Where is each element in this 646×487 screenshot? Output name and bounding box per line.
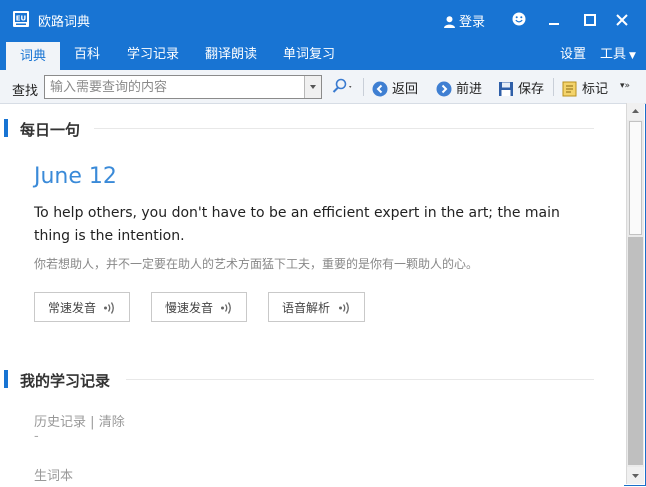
tab-encyclopedia[interactable]: 百科: [64, 40, 110, 70]
daily-section-title: 每日一句: [20, 121, 81, 139]
magnifier-icon: [332, 78, 352, 93]
forward-button[interactable]: 前进: [436, 78, 483, 97]
user-icon: [444, 16, 455, 28]
history-link[interactable]: 历史记录: [34, 415, 86, 430]
learning-section-title: 我的学习记录: [20, 372, 111, 390]
search-box: [44, 75, 322, 99]
history-separator: |: [90, 415, 95, 430]
section-marker: [4, 119, 8, 137]
tab-word-review[interactable]: 单词复习: [276, 40, 342, 70]
title-bar: EU 欧路词典 登录: [0, 0, 646, 40]
daily-english-sentence: To help others, you don't have to be an …: [34, 205, 560, 244]
scroll-thumb[interactable]: [629, 121, 642, 235]
login-label: 登录: [459, 15, 486, 30]
toolbar-separator: [553, 78, 554, 96]
history-row: 历史记录 | 清除: [34, 411, 125, 430]
back-icon: [372, 81, 388, 97]
slow-speed-button[interactable]: 慢速发音: [151, 292, 247, 322]
speaker-icon: [104, 302, 114, 314]
overflow-icon[interactable]: ▾»: [620, 81, 630, 99]
svg-text:EU: EU: [16, 15, 27, 23]
tab-study-records[interactable]: 学习记录: [120, 40, 186, 70]
tools-menu[interactable]: 工具 ▼: [600, 40, 636, 70]
toolbar: 查找 返回 前进 保存 标记 ▾»: [0, 70, 646, 104]
maximize-icon[interactable]: [580, 10, 600, 30]
normal-speed-label: 常速发音: [48, 301, 97, 315]
search-history-dropdown[interactable]: [304, 76, 321, 98]
tab-dictionary[interactable]: 词典: [6, 42, 60, 71]
tab-bar: 词典 百科 学习记录 翻译朗读 单词复习 设置 工具 ▼: [0, 40, 646, 71]
find-label: 查找: [12, 84, 39, 99]
tools-label: 工具: [600, 47, 627, 62]
save-button[interactable]: 保存: [498, 78, 545, 97]
search-input[interactable]: [45, 76, 306, 98]
section-divider: [94, 128, 594, 129]
daily-chinese-sentence: 你若想助人，并不一定要在助人的艺术方面猛下工夫，重要的是你有一颗助人的心。: [34, 257, 479, 271]
back-label: 返回: [392, 82, 419, 97]
save-label: 保存: [518, 82, 545, 97]
voice-analysis-button[interactable]: 语音解析: [268, 292, 365, 322]
slow-speed-label: 慢速发音: [165, 301, 214, 315]
mark-icon: [562, 81, 577, 97]
back-button[interactable]: 返回: [372, 78, 419, 97]
scroll-track[interactable]: [628, 237, 643, 465]
minimize-icon[interactable]: [544, 10, 564, 30]
settings-menu[interactable]: 设置: [560, 40, 586, 70]
toolbar-separator: [363, 78, 364, 96]
clear-history-link[interactable]: 清除: [99, 415, 125, 430]
voice-analysis-label: 语音解析: [282, 301, 331, 315]
chevron-down-icon: [632, 474, 639, 478]
chevron-down-icon: ▼: [629, 51, 636, 61]
forward-label: 前进: [456, 82, 483, 97]
login-button[interactable]: 登录: [444, 11, 485, 30]
vertical-scrollbar[interactable]: [626, 103, 644, 484]
smile-icon[interactable]: [512, 12, 526, 26]
section-divider: [126, 379, 594, 380]
vocab-book-link[interactable]: 生词本: [34, 465, 73, 484]
save-icon: [499, 82, 513, 96]
daily-date: June 12: [34, 164, 117, 189]
normal-speed-button[interactable]: 常速发音: [34, 292, 130, 322]
mark-button[interactable]: 标记: [562, 78, 609, 97]
close-icon[interactable]: [612, 10, 632, 30]
forward-icon: [436, 81, 452, 97]
app-logo-icon: EU: [13, 11, 29, 27]
tab-translate-read[interactable]: 翻译朗读: [198, 40, 264, 70]
scroll-up-button[interactable]: [627, 103, 644, 120]
speaker-icon: [221, 302, 231, 314]
app-title: 欧路词典: [38, 15, 91, 30]
speaker-icon: [339, 302, 349, 314]
mark-label: 标记: [582, 82, 609, 97]
history-empty: -: [34, 429, 39, 444]
search-button[interactable]: [332, 78, 358, 96]
main-content: 每日一句 June 12 To help others, you don't h…: [0, 104, 624, 486]
chevron-up-icon: [632, 109, 639, 113]
section-marker: [4, 370, 8, 388]
scroll-down-button[interactable]: [627, 467, 644, 484]
